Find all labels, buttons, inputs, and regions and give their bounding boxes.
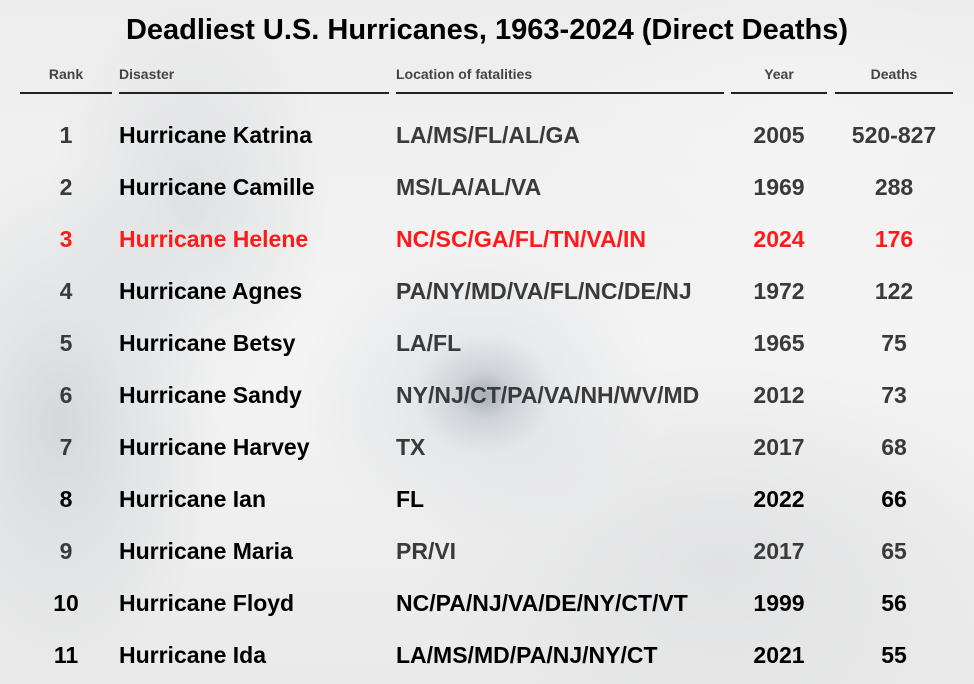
- year-cell: 2024: [753, 226, 805, 252]
- rank-cell: 5: [59, 330, 73, 356]
- header-rule-disaster: [119, 92, 389, 94]
- table-row: 2 Hurricane Camille MS/LA/AL/VA 1969 288: [0, 168, 974, 208]
- deaths-cell: 73: [881, 382, 907, 408]
- table-row: 10 Hurricane Floyd NC/PA/NJ/VA/DE/NY/CT/VT…: [0, 584, 974, 624]
- rank-cell: 8: [59, 486, 73, 512]
- table-row: 9 Hurricane Maria PR/VI 2017 65: [0, 532, 974, 572]
- year-cell: 2022: [753, 486, 805, 512]
- rank-cell: 1: [59, 122, 73, 148]
- deaths-cell: 65: [881, 538, 907, 564]
- location-cell: FL: [396, 486, 425, 512]
- rank-cell: 9: [59, 538, 73, 564]
- header-rule-year: [731, 92, 827, 94]
- year-cell: 2005: [753, 122, 805, 148]
- table-row: 6 Hurricane Sandy NY/NJ/CT/PA/VA/NH/WV/MD 2…: [0, 376, 974, 416]
- table-row: 1 Hurricane Katrina LA/MS/FL/AL/GA 2005 520-…: [0, 116, 974, 156]
- deaths-cell: 122: [874, 278, 914, 304]
- disaster-cell: Hurricane Sandy: [119, 382, 302, 408]
- location-cell: NC/PA/NJ/VA/DE/NY/CT/VT: [396, 590, 688, 616]
- year-cell: 1969: [753, 174, 805, 200]
- deaths-cell: 288: [874, 174, 914, 200]
- header-location: Location of fatalities: [396, 66, 533, 82]
- table-row: 7 Hurricane Harvey TX 2017 68: [0, 428, 974, 468]
- disaster-cell: Hurricane Camille: [119, 174, 315, 200]
- deaths-cell: 68: [881, 434, 907, 460]
- location-cell: PR/VI: [396, 538, 457, 564]
- year-cell: 2017: [753, 538, 805, 564]
- location-cell: NY/NJ/CT/PA/VA/NH/WV/MD: [396, 382, 700, 408]
- rank-cell: 11: [53, 642, 79, 668]
- rank-cell: 10: [53, 590, 79, 616]
- deaths-cell: 176: [874, 226, 914, 252]
- location-cell: MS/LA/AL/VA: [396, 174, 542, 200]
- header-rank: Rank: [48, 66, 84, 82]
- table-row: 4 Hurricane Agnes PA/NY/MD/VA/FL/NC/DE/NJ 1…: [0, 272, 974, 312]
- chart-title: Deadliest U.S. Hurricanes, 1963-2024 (Di…: [125, 14, 849, 46]
- rank-cell: 3: [59, 226, 73, 252]
- deaths-cell: 55: [881, 642, 907, 668]
- location-cell: PA/NY/MD/VA/FL/NC/DE/NJ: [396, 278, 692, 304]
- deaths-cell: 520-827: [851, 122, 937, 148]
- disaster-cell: Hurricane Betsy: [119, 330, 296, 356]
- table-row: 3 Hurricane Helene NC/SC/GA/FL/TN/VA/IN 202…: [0, 220, 974, 260]
- disaster-cell: Hurricane Agnes: [119, 278, 303, 304]
- table-row: 8 Hurricane Ian FL 2022 66: [0, 480, 974, 520]
- year-cell: 2012: [753, 382, 805, 408]
- year-cell: 2021: [753, 642, 805, 668]
- location-cell: LA/MS/FL/AL/GA: [396, 122, 580, 148]
- table-row: 5 Hurricane Betsy LA/FL 1965 75: [0, 324, 974, 364]
- disaster-cell: Hurricane Katrina: [119, 122, 313, 148]
- deaths-cell: 66: [881, 486, 907, 512]
- disaster-cell: Hurricane Harvey: [119, 434, 310, 460]
- location-cell: LA/MS/MD/PA/NJ/NY/CT: [396, 642, 658, 668]
- location-cell: TX: [396, 434, 426, 460]
- year-cell: 1972: [753, 278, 805, 304]
- header-rule-rank: [20, 92, 112, 94]
- table-row: 11 Hurricane Ida LA/MS/MD/PA/NJ/NY/CT 2021 5…: [0, 636, 974, 676]
- location-cell: NC/SC/GA/FL/TN/VA/IN: [396, 226, 647, 252]
- header-disaster: Disaster: [119, 66, 175, 82]
- rank-cell: 4: [59, 278, 73, 304]
- deaths-cell: 56: [881, 590, 907, 616]
- disaster-cell: Hurricane Maria: [119, 538, 293, 564]
- year-cell: 2017: [753, 434, 805, 460]
- rank-cell: 6: [59, 382, 73, 408]
- header-rule-location: [396, 92, 724, 94]
- location-cell: LA/FL: [396, 330, 462, 356]
- disaster-cell: Hurricane Floyd: [119, 590, 295, 616]
- rank-cell: 7: [59, 434, 73, 460]
- header-deaths: Deaths: [870, 66, 918, 82]
- rank-cell: 2: [59, 174, 73, 200]
- disaster-cell: Hurricane Ian: [119, 486, 266, 512]
- disaster-cell: Hurricane Helene: [119, 226, 309, 252]
- deaths-cell: 75: [881, 330, 907, 356]
- disaster-cell: Hurricane Ida: [119, 642, 266, 668]
- header-rule-deaths: [835, 92, 953, 94]
- year-cell: 1965: [753, 330, 805, 356]
- year-cell: 1999: [753, 590, 805, 616]
- header-year: Year: [764, 66, 794, 82]
